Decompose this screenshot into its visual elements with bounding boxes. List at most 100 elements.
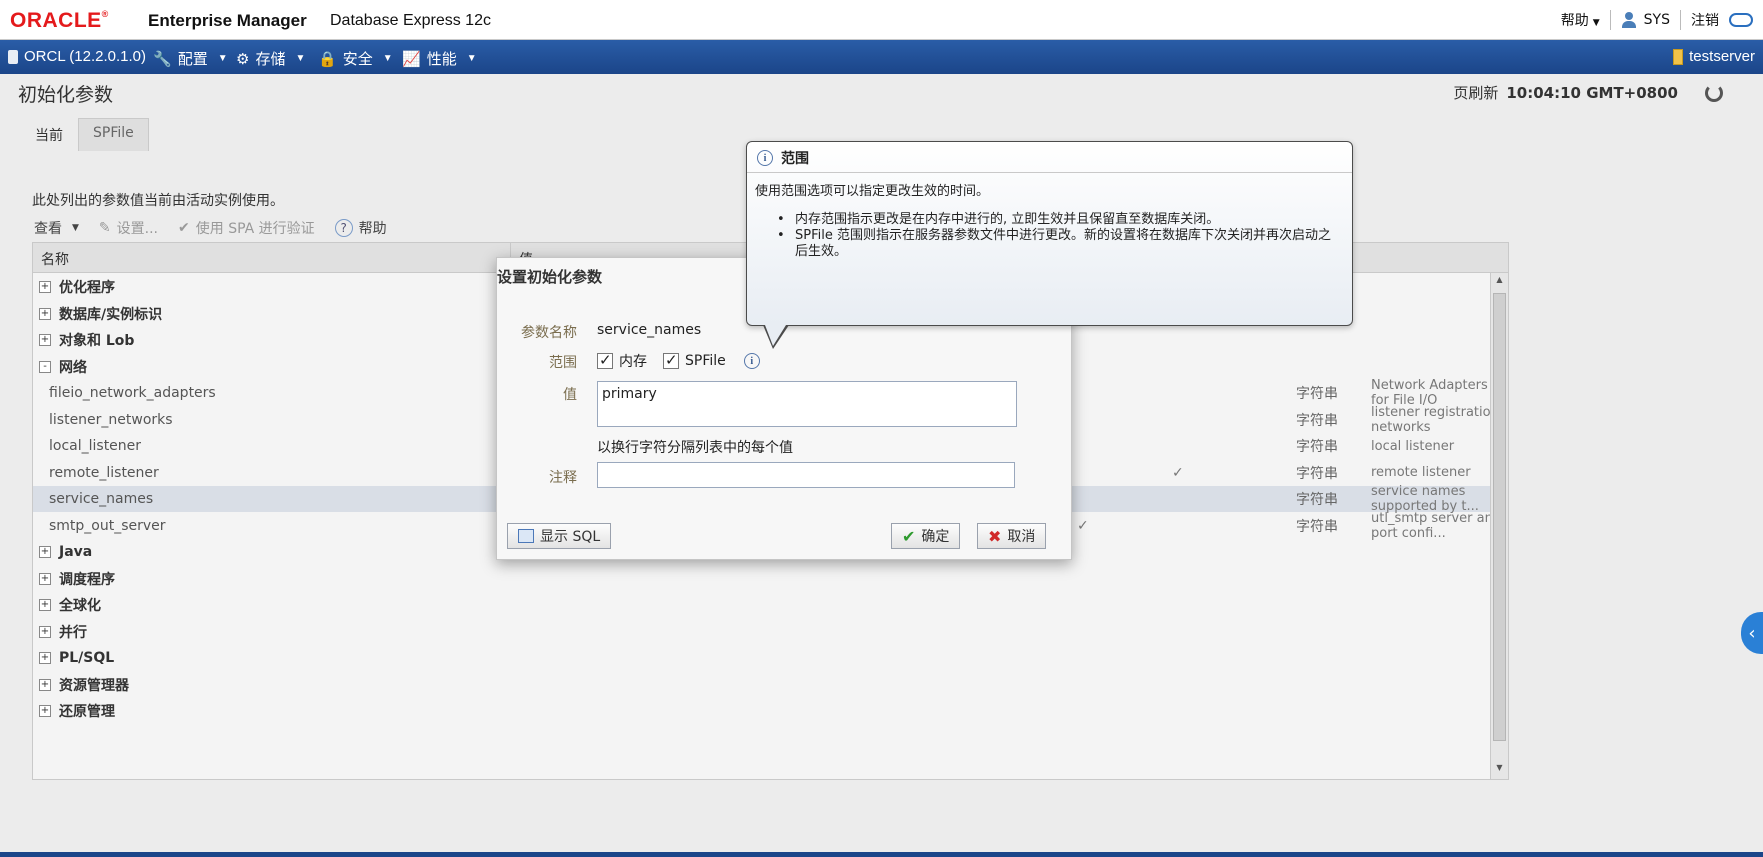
page-refresh: 页刷新 10:04:10 GMT+0800 [1453, 84, 1678, 102]
page-title: 初始化参数 [18, 84, 114, 106]
table-scrollbar[interactable]: ▲ ▼ [1490, 273, 1508, 779]
checkmark-icon: ✔ [902, 526, 916, 546]
wrench-icon: 🔧 [153, 50, 172, 68]
set-button[interactable]: ✎ 设置... [99, 218, 158, 238]
row-name: remote_listener [49, 464, 159, 481]
oracle-logo: ORACLE® [10, 9, 109, 32]
database-icon [8, 49, 18, 64]
nav-storage[interactable]: ⚙ 存储 ▼ [236, 48, 305, 69]
logout-icon[interactable] [1729, 13, 1753, 27]
refresh-icon[interactable] [1705, 84, 1723, 102]
spa-validate-button[interactable]: ✔ 使用 SPA 进行验证 [178, 218, 315, 238]
expand-icon[interactable]: + [39, 334, 51, 346]
row-type: 字符串 [1296, 492, 1338, 508]
help-menu[interactable]: 帮助 ▼ [1561, 10, 1600, 30]
user-menu[interactable]: SYS [1621, 12, 1670, 28]
nav-server[interactable]: testserver [1673, 48, 1755, 65]
logout-link[interactable]: 注销 [1691, 10, 1719, 30]
scope-label: 范围 [549, 355, 577, 371]
table-group-row[interactable]: + 并行 [33, 619, 1508, 645]
product-edition: Database Express 12c [330, 12, 491, 29]
expand-icon[interactable]: + [39, 625, 51, 638]
row-type: 字符串 [1296, 412, 1338, 429]
chevron-down-icon: ▼ [466, 53, 477, 64]
row-type: 字符串 [1296, 386, 1338, 402]
sql-icon [518, 529, 534, 543]
cancel-button[interactable]: ✖ 取消 [977, 523, 1047, 549]
table-group-row[interactable]: + PL/SQL [33, 645, 1508, 671]
scope-memory-label: 内存 [619, 354, 647, 370]
collapse-icon[interactable]: - [39, 360, 51, 373]
param-name-value: service_names [597, 322, 702, 338]
ok-button[interactable]: ✔ 确定 [891, 523, 961, 549]
server-icon [1673, 48, 1684, 65]
param-name-label: 参数名称 [521, 325, 577, 341]
show-sql-button[interactable]: 显示 SQL [507, 523, 612, 549]
row-type: 字符串 [1296, 518, 1338, 535]
row-type: 字符串 [1296, 439, 1338, 455]
help-button[interactable]: ? 帮助 [334, 218, 387, 238]
close-icon: ✖ [988, 526, 1002, 546]
expand-icon[interactable]: + [39, 599, 51, 611]
table-group-row[interactable]: + 资源管理器 [33, 672, 1508, 698]
tooltip-title: 范围 [781, 151, 809, 167]
row-name: fileio_network_adapters [49, 385, 216, 401]
nav-database[interactable]: ORCL (12.2.0.1.0) [8, 48, 146, 65]
scroll-thumb[interactable] [1493, 293, 1506, 741]
tab-bar: 当前 SPFile [20, 118, 149, 151]
table-toolbar: 查看 ▼ ✎ 设置... ✔ 使用 SPA 进行验证 ? 帮助 [34, 214, 387, 242]
tab-current[interactable]: 当前 [20, 118, 78, 151]
nav-configuration[interactable]: 🔧 配置 ▼ [153, 48, 228, 69]
main-nav: ORCL (12.2.0.1.0) 🔧 配置 ▼ ⚙ 存储 ▼ 🔒 安全 ▼ 📈 性能… [0, 40, 1763, 74]
expand-icon[interactable]: + [39, 705, 51, 717]
expand-icon[interactable]: + [39, 652, 51, 664]
row-name: service_names [49, 491, 154, 507]
chevron-down-icon: ▼ [72, 223, 79, 233]
scope-tooltip: i 范围 使用范围选项可以指定更改生效的时间。 内存范围指示更改是在内存中进行的… [746, 141, 1353, 349]
row-name: 调度程序 [59, 571, 115, 588]
user-icon [1621, 12, 1639, 28]
scope-spfile-checkbox[interactable] [663, 351, 679, 369]
row-name: 数据库/实例标识 [59, 306, 163, 323]
expand-icon[interactable]: + [39, 572, 51, 585]
chevron-left-icon: ‹ [1748, 622, 1756, 644]
row-name: 优化程序 [59, 280, 115, 296]
row-name: 网络 [59, 359, 87, 376]
table-group-row[interactable]: + 全球化 [33, 592, 1508, 618]
chevron-down-icon: ▼ [382, 53, 393, 64]
nav-security[interactable]: 🔒 安全 ▼ [318, 48, 393, 69]
table-group-row[interactable]: + 调度程序 [33, 566, 1508, 592]
scroll-up-icon[interactable]: ▲ [1493, 275, 1506, 289]
expand-icon[interactable]: + [39, 307, 51, 320]
row-name: 对象和 Lob [59, 333, 135, 349]
scope-info-icon[interactable]: i [743, 353, 760, 369]
row-name: smtp_out_server [49, 517, 166, 534]
nav-performance[interactable]: 📈 性能 ▼ [402, 48, 477, 69]
tab-spfile[interactable]: SPFile [78, 118, 149, 151]
footer-bar [0, 852, 1763, 857]
row-description: remote listener [1371, 465, 1471, 480]
expand-icon[interactable]: + [39, 281, 51, 293]
row-name: 全球化 [59, 598, 101, 614]
scroll-down-icon[interactable]: ▼ [1493, 763, 1506, 777]
comment-label: 注释 [549, 470, 577, 486]
page-description: 此处列出的参数值当前由活动实例使用。 [32, 193, 284, 209]
tooltip-list: 内存范围指示更改是在内存中进行的, 立即生效并且保留直至数据库关闭。 SPFil… [775, 212, 1340, 260]
column-name[interactable]: 名称 [33, 243, 511, 272]
expand-icon[interactable]: + [39, 678, 51, 691]
row-name: 资源管理器 [59, 677, 129, 694]
top-header: ORACLE® Enterprise Manager Database Expr… [0, 0, 1763, 40]
expand-icon[interactable]: + [39, 546, 51, 558]
row-description: service names supported by t... [1371, 484, 1479, 514]
tooltip-intro: 使用范围选项可以指定更改生效的时间。 [755, 184, 990, 199]
comment-field[interactable] [597, 462, 1015, 488]
view-menu[interactable]: 查看 ▼ [34, 218, 79, 238]
info-icon: i [757, 150, 773, 166]
scope-spfile-label: SPFile [685, 353, 726, 369]
check-icon: ✔ [178, 220, 190, 236]
value-textarea[interactable]: primary [597, 381, 1017, 427]
scope-memory-checkbox[interactable] [597, 351, 613, 369]
side-panel-toggle[interactable]: ‹ [1741, 612, 1763, 654]
table-group-row[interactable]: + 还原管理 [33, 698, 1508, 724]
tooltip-bullet: SPFile 范围则指示在服务器参数文件中进行更改。新的设置将在数据库下次关闭并… [775, 228, 1340, 260]
